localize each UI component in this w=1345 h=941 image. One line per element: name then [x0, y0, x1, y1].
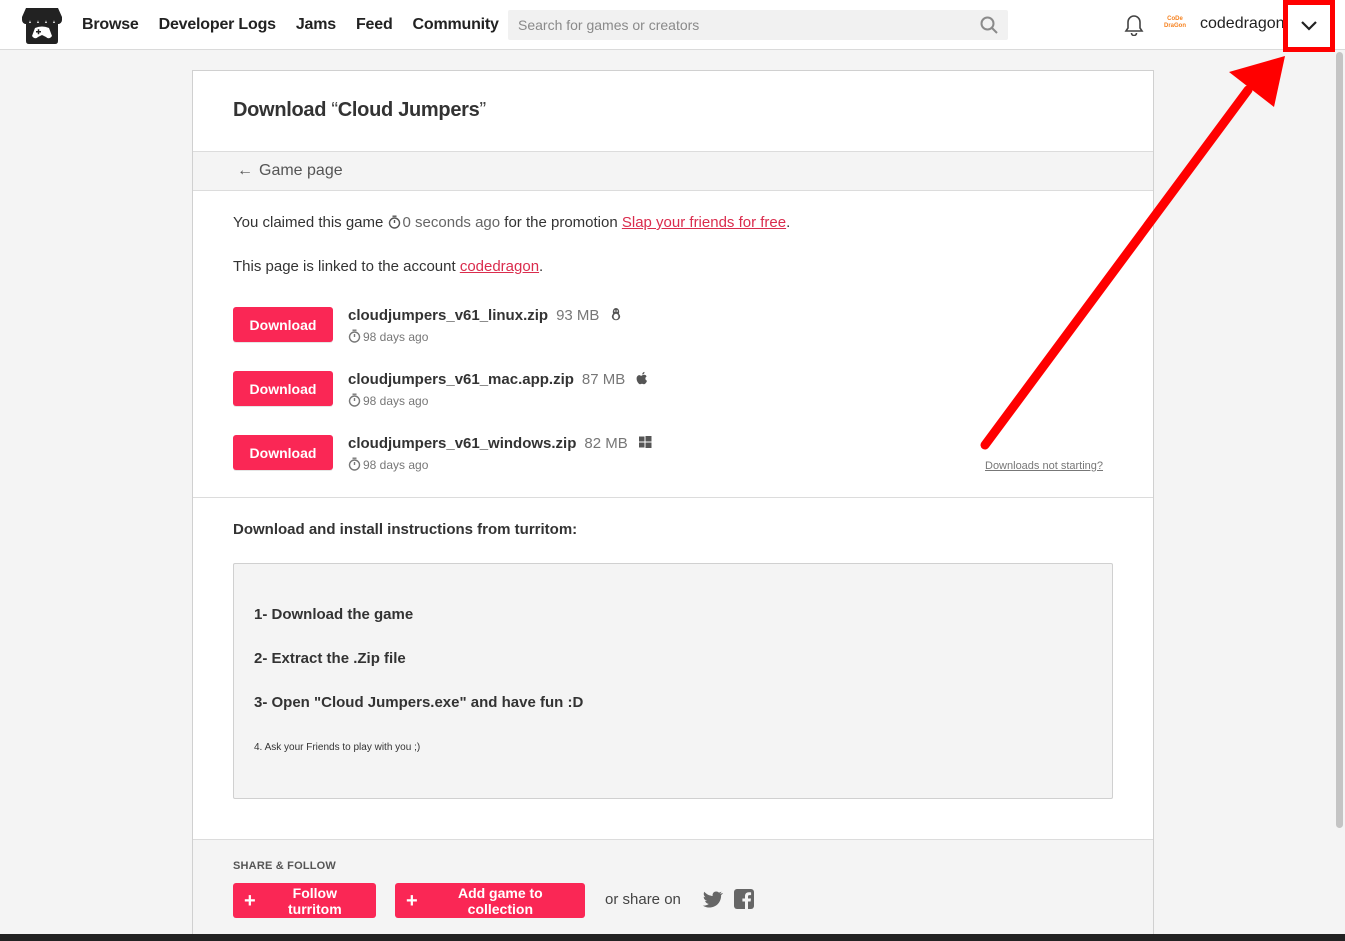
page-title: Download “Cloud Jumpers” [233, 99, 486, 121]
file-name: cloudjumpers_v61_windows.zip 82 MB [348, 435, 652, 452]
instruction-step: 2- Extract the .Zip file [254, 650, 406, 667]
chevron-down-icon [1301, 21, 1317, 31]
download-button-windows[interactable]: Download [233, 435, 333, 470]
linked-account-link[interactable]: codedragon [460, 258, 539, 275]
game-page-bar: ← Game page [193, 151, 1153, 191]
add-to-collection-button[interactable]: + Add game to collection [395, 883, 585, 918]
file-date: 98 days ago [348, 393, 428, 408]
itchio-logo-icon[interactable] [22, 6, 62, 44]
top-header: Browse Developer Logs Jams Feed Communit… [0, 0, 1345, 52]
downloads-not-starting-link[interactable]: Downloads not starting? [985, 460, 1103, 472]
twitter-icon[interactable] [701, 888, 723, 910]
nav-jams[interactable]: Jams [296, 16, 336, 34]
nav-browse[interactable]: Browse [82, 16, 139, 34]
instructions-title: Download and install instructions from t… [233, 521, 578, 538]
instruction-step: 1- Download the game [254, 606, 414, 623]
download-button-linux[interactable]: Download [233, 307, 333, 342]
facebook-icon[interactable] [733, 888, 755, 910]
download-row-windows: Download cloudjumpers_v61_windows.zip 82 … [233, 435, 833, 475]
user-avatar[interactable]: CoDe DraGon [1162, 13, 1188, 37]
stopwatch-icon [348, 393, 361, 407]
download-button-mac[interactable]: Download [233, 371, 333, 406]
share-follow-title: SHARE & FOLLOW [233, 860, 337, 872]
nav-feed[interactable]: Feed [356, 16, 393, 34]
instructions-box: 1- Download the game 2- Extract the .Zip… [233, 563, 1113, 799]
file-name: cloudjumpers_v61_mac.app.zip 87 MB [348, 371, 649, 388]
nav-developer-logs[interactable]: Developer Logs [159, 16, 276, 34]
file-date: 98 days ago [348, 457, 428, 472]
search-input[interactable] [508, 10, 968, 40]
file-name: cloudjumpers_v61_linux.zip 93 MB [348, 307, 623, 324]
file-date: 98 days ago [348, 329, 428, 344]
section-divider [193, 497, 1153, 498]
apple-icon [636, 371, 648, 385]
instruction-step-small: 4. Ask your Friends to play with you ;) [254, 742, 421, 753]
user-menu-dropdown-button[interactable] [1283, 0, 1335, 52]
share-on-label: or share on [605, 891, 681, 908]
claim-message: You claimed this game 0 seconds ago for … [233, 214, 791, 231]
plus-icon: + [406, 889, 418, 912]
plus-icon: + [244, 889, 256, 912]
search-icon[interactable] [980, 16, 998, 34]
linux-icon [612, 308, 621, 321]
windows-icon [638, 436, 652, 448]
share-follow-section: SHARE & FOLLOW + Follow turritom + Add gam… [193, 839, 1153, 941]
bottom-edge-strip [0, 934, 1345, 941]
main-nav: Browse Developer Logs Jams Feed Communit… [82, 0, 499, 50]
notifications-bell-icon[interactable] [1124, 14, 1144, 36]
promotion-link[interactable]: Slap your friends for free [622, 214, 786, 231]
search-box [508, 10, 1008, 40]
instruction-step: 3- Open "Cloud Jumpers.exe" and have fun… [254, 694, 584, 711]
stopwatch-icon [348, 329, 361, 343]
game-page-link[interactable]: ← Game page [237, 162, 343, 180]
back-arrow-icon: ← [237, 162, 253, 179]
stopwatch-icon [388, 215, 400, 229]
username-label[interactable]: codedragon [1200, 15, 1285, 33]
download-row-mac: Download cloudjumpers_v61_mac.app.zip 87 … [233, 371, 833, 411]
download-row-linux: Download cloudjumpers_v61_linux.zip 93 MB… [233, 307, 833, 347]
download-card: Download “Cloud Jumpers” ← Game page You … [192, 70, 1154, 941]
follow-creator-button[interactable]: + Follow turritom [233, 883, 376, 918]
page-scrollbar[interactable] [1336, 52, 1343, 828]
nav-community[interactable]: Community [413, 16, 499, 34]
stopwatch-icon [348, 457, 361, 471]
linked-account-message: This page is linked to the account coded… [233, 258, 544, 275]
